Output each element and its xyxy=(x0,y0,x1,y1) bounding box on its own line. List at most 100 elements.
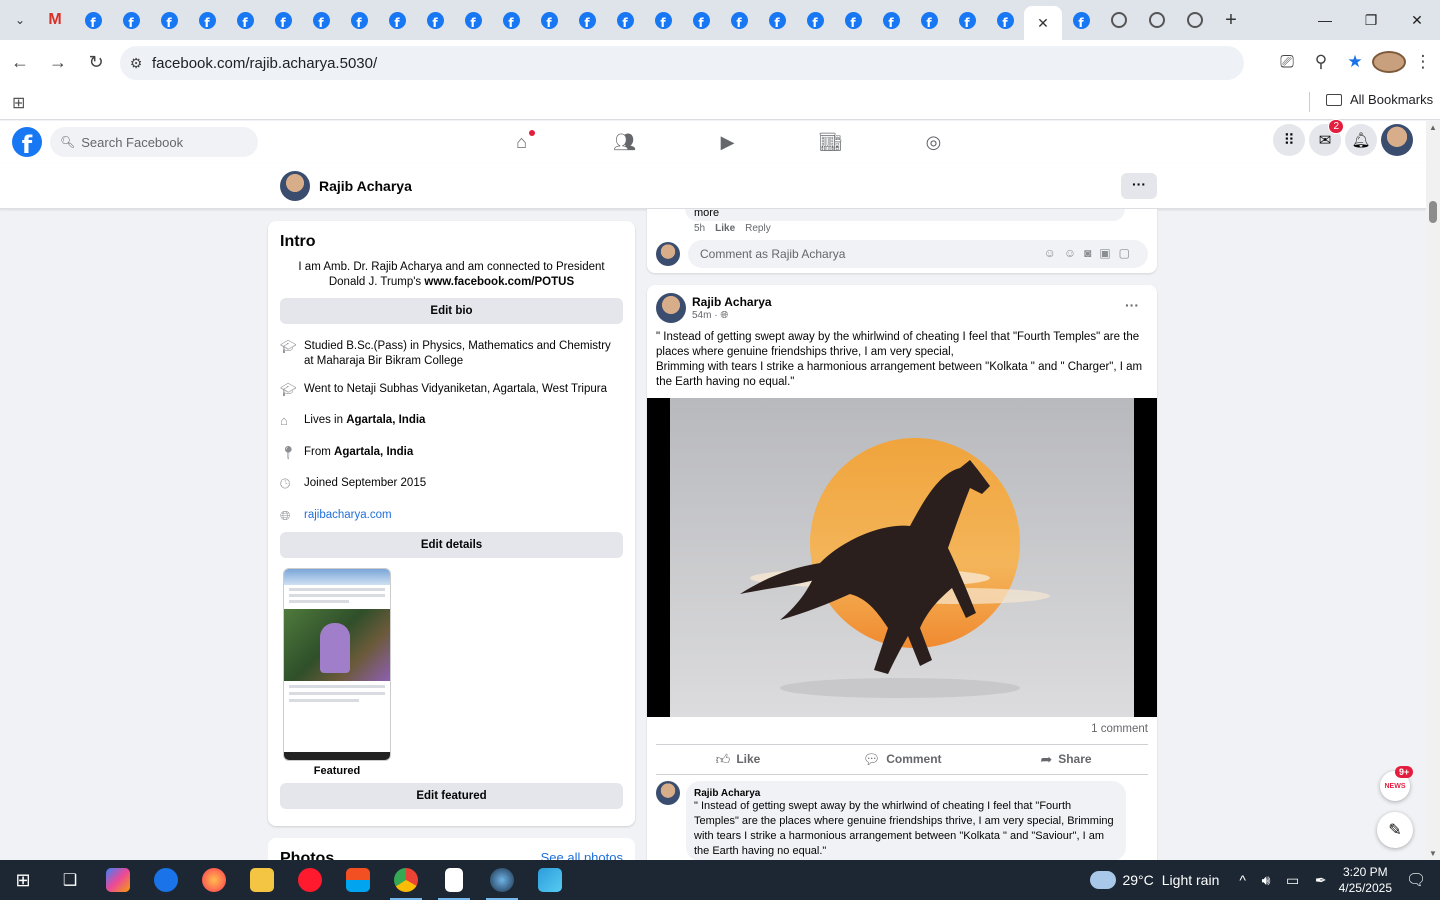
tab-facebook[interactable]: f xyxy=(758,3,796,37)
tab-facebook[interactable]: f xyxy=(454,3,492,37)
speaker-icon[interactable]: 🔊︎ xyxy=(1262,872,1271,888)
tab-facebook[interactable]: f xyxy=(226,3,264,37)
bio-link[interactable]: www.facebook.com/POTUS xyxy=(424,276,574,288)
tab-facebook[interactable]: f xyxy=(416,3,454,37)
like-button[interactable]: 👍︎ Like xyxy=(656,745,820,773)
tab-facebook[interactable]: f xyxy=(910,3,948,37)
tab-facebook[interactable]: f xyxy=(302,3,340,37)
tab-gmail[interactable]: M xyxy=(36,3,74,37)
post-author-avatar[interactable] xyxy=(656,293,686,323)
taskbar-app-dark[interactable] xyxy=(478,860,526,900)
taskbar-task-view[interactable]: ❑ xyxy=(46,860,94,900)
pen-icon[interactable]: ✒ xyxy=(1315,872,1327,888)
scroll-down-icon[interactable]: ▼ xyxy=(1429,849,1437,858)
comments-count-link[interactable]: 1 comment xyxy=(1091,723,1148,735)
taskbar-store[interactable] xyxy=(334,860,382,900)
tab-facebook[interactable]: f xyxy=(150,3,188,37)
tab-facebook[interactable]: f xyxy=(530,3,568,37)
facebook-search[interactable]: 🔍︎ xyxy=(50,127,258,157)
zoom-icon[interactable]: ⚲ xyxy=(1304,52,1338,72)
tab-facebook[interactable]: f xyxy=(340,3,378,37)
nav-marketplace[interactable]: 🏬︎ xyxy=(779,121,882,163)
comment-reply-link[interactable]: Reply xyxy=(745,223,771,234)
comment-button[interactable]: 💬︎ Comment xyxy=(820,745,984,773)
notifications-button[interactable]: 🔔︎ xyxy=(1345,124,1377,156)
tab-facebook[interactable]: f xyxy=(796,3,834,37)
nav-friends[interactable]: 👥︎ xyxy=(573,121,676,163)
tab-facebook[interactable]: f xyxy=(720,3,758,37)
taskbar-app-blue[interactable] xyxy=(142,860,190,900)
tab-facebook[interactable]: f xyxy=(378,3,416,37)
profile-header-name[interactable]: Rajib Acharya xyxy=(319,178,412,194)
edit-bio-button[interactable]: Edit bio xyxy=(280,298,623,324)
tab-facebook[interactable]: f xyxy=(188,3,226,37)
tab-facebook[interactable]: f xyxy=(568,3,606,37)
taskbar-opera[interactable] xyxy=(286,860,334,900)
site-info-icon[interactable]: ⚙ xyxy=(120,55,152,72)
nav-home[interactable]: ⌂ xyxy=(470,121,573,163)
post-image[interactable] xyxy=(647,398,1157,717)
comment-attachment-icons[interactable]: ☺☺◙▣▢ xyxy=(1044,246,1138,260)
back-button[interactable]: ← xyxy=(2,44,38,80)
taskbar-copilot[interactable] xyxy=(94,860,142,900)
bookmark-star-icon[interactable]: ★ xyxy=(1338,52,1372,72)
facebook-logo-icon[interactable]: f xyxy=(12,127,42,157)
post-timestamp[interactable]: 54m · 🌐︎ xyxy=(692,310,728,321)
tab-facebook[interactable]: f xyxy=(492,3,530,37)
new-tab-button[interactable]: + xyxy=(1214,3,1248,37)
taskbar-chrome[interactable] xyxy=(382,860,430,900)
forward-button[interactable]: → xyxy=(40,44,76,80)
tab-facebook[interactable]: f xyxy=(948,3,986,37)
search-input[interactable] xyxy=(81,134,252,150)
tab-facebook[interactable]: f xyxy=(264,3,302,37)
maximize-button[interactable]: ❐ xyxy=(1348,0,1394,40)
tab-facebook[interactable]: f xyxy=(74,3,112,37)
featured-story-thumbnail[interactable] xyxy=(283,568,391,761)
install-app-icon[interactable]: ⎚ xyxy=(1270,52,1304,72)
tab-facebook[interactable]: f xyxy=(682,3,720,37)
nav-groups[interactable]: ◎ xyxy=(882,121,985,163)
tab-facebook[interactable]: f xyxy=(112,3,150,37)
tab-facebook[interactable]: f xyxy=(872,3,910,37)
tab-facebook[interactable]: f xyxy=(986,3,1024,37)
tab-active[interactable]: ✕ xyxy=(1024,6,1062,40)
tab-facebook[interactable]: f xyxy=(834,3,872,37)
tab-facebook[interactable]: f xyxy=(1062,3,1100,37)
chevron-up-icon[interactable]: ^ xyxy=(1239,872,1246,888)
see-more-link[interactable]: more xyxy=(694,207,719,219)
comment-author-avatar[interactable] xyxy=(656,781,680,805)
share-button[interactable]: ➦ Share xyxy=(984,745,1148,773)
reload-button[interactable]: ↻ xyxy=(78,44,114,80)
tab-other[interactable] xyxy=(1138,3,1176,37)
taskbar-photos[interactable] xyxy=(526,860,574,900)
account-avatar[interactable] xyxy=(1381,124,1413,156)
taskbar-file-explorer[interactable] xyxy=(238,860,286,900)
clock[interactable]: 3:20 PM 4/25/2025 xyxy=(1339,864,1392,896)
tab-facebook[interactable]: f xyxy=(644,3,682,37)
taskbar-notepad[interactable] xyxy=(430,860,478,900)
post-author-name[interactable]: Rajib Acharya xyxy=(692,295,772,309)
address-bar[interactable]: ⚙ facebook.com/rajib.acharya.5030/ xyxy=(120,46,1244,80)
minimize-button[interactable]: — xyxy=(1302,0,1348,40)
weather-widget[interactable]: 29°C Light rain xyxy=(1090,871,1219,889)
edit-details-button[interactable]: Edit details xyxy=(280,532,623,558)
tab-other[interactable] xyxy=(1100,3,1138,37)
comment-author-name[interactable]: Rajib Acharya xyxy=(694,788,1118,799)
from-place[interactable]: Agartala, India xyxy=(334,446,413,458)
notification-center-icon[interactable]: 🗨︎ xyxy=(1406,870,1436,890)
comment-like-link[interactable]: Like xyxy=(715,223,735,234)
start-button[interactable]: ⊞ xyxy=(0,860,46,900)
profile-button[interactable] xyxy=(1372,51,1406,73)
lives-place[interactable]: Agartala, India xyxy=(346,414,425,426)
taskbar-firefox[interactable] xyxy=(190,860,238,900)
post-more-button[interactable]: ··· xyxy=(1125,297,1139,313)
scrollbar-thumb[interactable] xyxy=(1429,201,1437,223)
new-message-button[interactable]: ✎ xyxy=(1377,812,1413,848)
messenger-button[interactable]: ✉ 2 xyxy=(1309,119,1344,156)
tab-search-button[interactable]: ⌄ xyxy=(4,4,36,36)
scroll-up-icon[interactable]: ▲ xyxy=(1429,123,1437,132)
profile-header-avatar[interactable] xyxy=(280,171,310,201)
tab-facebook[interactable]: f xyxy=(606,3,644,37)
comment-input[interactable]: Comment as Rajib Acharya ☺☺◙▣▢ xyxy=(688,240,1148,268)
profile-more-button[interactable]: ··· xyxy=(1121,173,1157,199)
